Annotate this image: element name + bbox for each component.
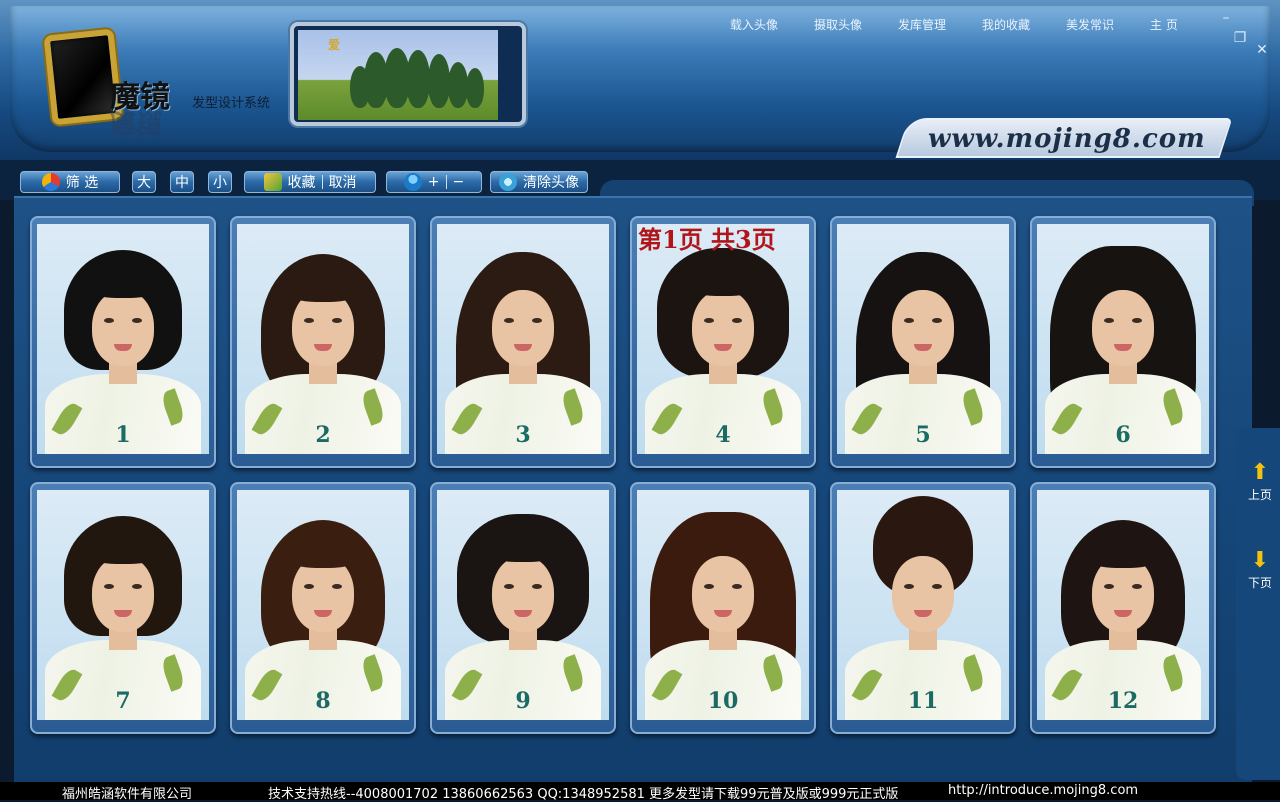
hairstyle-number: 2 xyxy=(315,422,331,448)
tree-landscape-image: 爱 xyxy=(298,30,498,120)
restore-icon[interactable]: ❐ xyxy=(1230,28,1250,48)
favorite-group: 收藏 取消 xyxy=(244,171,376,193)
hairstyle-card[interactable]: 6 xyxy=(1030,216,1216,468)
face xyxy=(92,290,154,366)
hairstyle-photo: 7 xyxy=(37,490,209,720)
arrow-down-icon: ⬇ xyxy=(1250,548,1270,573)
hairstyle-number: 4 xyxy=(715,422,731,448)
face xyxy=(492,290,554,366)
next-page-label: 下页 xyxy=(1247,576,1272,590)
filter-button[interactable]: 筛 选 xyxy=(20,171,120,193)
hairstyle-card[interactable]: 11 xyxy=(830,482,1016,734)
hairstyle-card[interactable]: 10 xyxy=(630,482,816,734)
hairstyle-number: 6 xyxy=(1115,422,1131,448)
face xyxy=(692,290,754,366)
filter-label: 筛 选 xyxy=(65,175,99,191)
favorite-button[interactable]: 收藏 xyxy=(288,172,316,192)
hairstyle-number: 9 xyxy=(515,688,531,714)
folder-icon xyxy=(263,173,282,191)
hairstyle-card[interactable]: 7 xyxy=(30,482,216,734)
hairstyle-number: 7 xyxy=(115,688,131,714)
hairstyle-card[interactable]: 5 xyxy=(830,216,1016,468)
hairstyle-photo: 9 xyxy=(437,490,609,720)
hairstyle-number: 10 xyxy=(707,688,739,714)
zoom-in-icon[interactable]: + xyxy=(428,174,440,190)
hairstyle-card[interactable]: 12 xyxy=(1030,482,1216,734)
face xyxy=(692,556,754,632)
support-hotline: 技术支持热线--4008001702 13860662563 QQ:134895… xyxy=(268,787,899,802)
top-menu: 载入头像 摄取头像 发库管理 我的收藏 美发常识 主 页 xyxy=(730,16,1190,33)
face xyxy=(892,290,954,366)
hairstyle-number: 12 xyxy=(1107,688,1139,714)
prev-page-button[interactable]: ⬆ 上页 xyxy=(1240,460,1280,516)
logo-subtitle: 发型设计系统 xyxy=(192,96,271,111)
person-icon xyxy=(403,173,422,191)
zoom-group: + − xyxy=(386,171,482,193)
hairstyle-number: 1 xyxy=(115,422,131,448)
banner-image: 爱 xyxy=(290,22,526,126)
hairstyle-number: 5 xyxy=(915,422,931,448)
cancel-favorite-button[interactable]: 取消 xyxy=(329,172,357,192)
status-bar: 福州皓涵软件有限公司 技术支持热线--4008001702 1386066256… xyxy=(0,782,1280,802)
face xyxy=(1092,290,1154,366)
size-medium-button[interactable]: 中 xyxy=(170,171,194,193)
size-large-button[interactable]: 大 xyxy=(132,171,156,193)
menu-my-favorites[interactable]: 我的收藏 xyxy=(982,16,1066,33)
hairstyle-number: 11 xyxy=(907,688,939,714)
face xyxy=(92,556,154,632)
prev-page-label: 上页 xyxy=(1247,488,1272,502)
hairstyle-number: 8 xyxy=(315,688,331,714)
website-link[interactable]: http://introduce.mojing8.com xyxy=(948,783,1138,798)
page-indicator: 第1页 共3页 xyxy=(638,225,776,254)
menu-capture-avatar[interactable]: 摄取头像 xyxy=(814,16,898,33)
hairstyle-number: 3 xyxy=(515,422,531,448)
menu-home[interactable]: 主 页 xyxy=(1150,16,1190,33)
clear-avatar-button[interactable]: 清除头像 xyxy=(490,171,588,193)
company-name: 福州皓涵软件有限公司 xyxy=(62,787,193,802)
zoom-out-icon[interactable]: − xyxy=(453,174,465,190)
eraser-icon xyxy=(499,173,517,191)
hairstyle-photo: 1 xyxy=(37,224,209,454)
hairstyle-photo: 8 xyxy=(237,490,409,720)
hairstyle-card[interactable]: 9 xyxy=(430,482,616,734)
arrow-up-icon: ⬆ xyxy=(1250,460,1270,485)
hairstyle-photo: 12 xyxy=(1037,490,1209,720)
hairstyle-photo: 11 xyxy=(837,490,1009,720)
hairstyle-card[interactable]: 3 xyxy=(430,216,616,468)
clear-avatar-label: 清除头像 xyxy=(523,175,579,191)
website-url: www.mojing8.com xyxy=(928,124,1206,154)
hairstyle-photo: 5 xyxy=(837,224,1009,454)
hairstyle-photo: 3 xyxy=(437,224,609,454)
hairstyle-card[interactable]: 1 xyxy=(30,216,216,468)
face xyxy=(892,556,954,632)
hairstyle-card[interactable]: 8 xyxy=(230,482,416,734)
face xyxy=(492,556,554,632)
hairstyle-photo: 2 xyxy=(237,224,409,454)
menu-load-avatar[interactable]: 载入头像 xyxy=(730,16,814,33)
hairstyle-photo: 4 xyxy=(637,224,809,454)
menu-hair-knowledge[interactable]: 美发常识 xyxy=(1066,16,1150,33)
hairstyle-photo: 6 xyxy=(1037,224,1209,454)
hairstyle-card[interactable]: 2 xyxy=(230,216,416,468)
size-small-button[interactable]: 小 xyxy=(208,171,232,193)
logo-reflection: 魔镜 xyxy=(110,107,163,137)
banner-mark: 爱 xyxy=(328,38,341,52)
next-page-button[interactable]: ⬇ 下页 xyxy=(1240,548,1280,604)
menu-library-manage[interactable]: 发库管理 xyxy=(898,16,982,33)
close-icon[interactable]: ✕ xyxy=(1252,40,1272,60)
filter-pie-icon xyxy=(41,173,60,191)
minimize-icon[interactable]: – xyxy=(1216,8,1236,28)
hairstyle-photo: 10 xyxy=(637,490,809,720)
